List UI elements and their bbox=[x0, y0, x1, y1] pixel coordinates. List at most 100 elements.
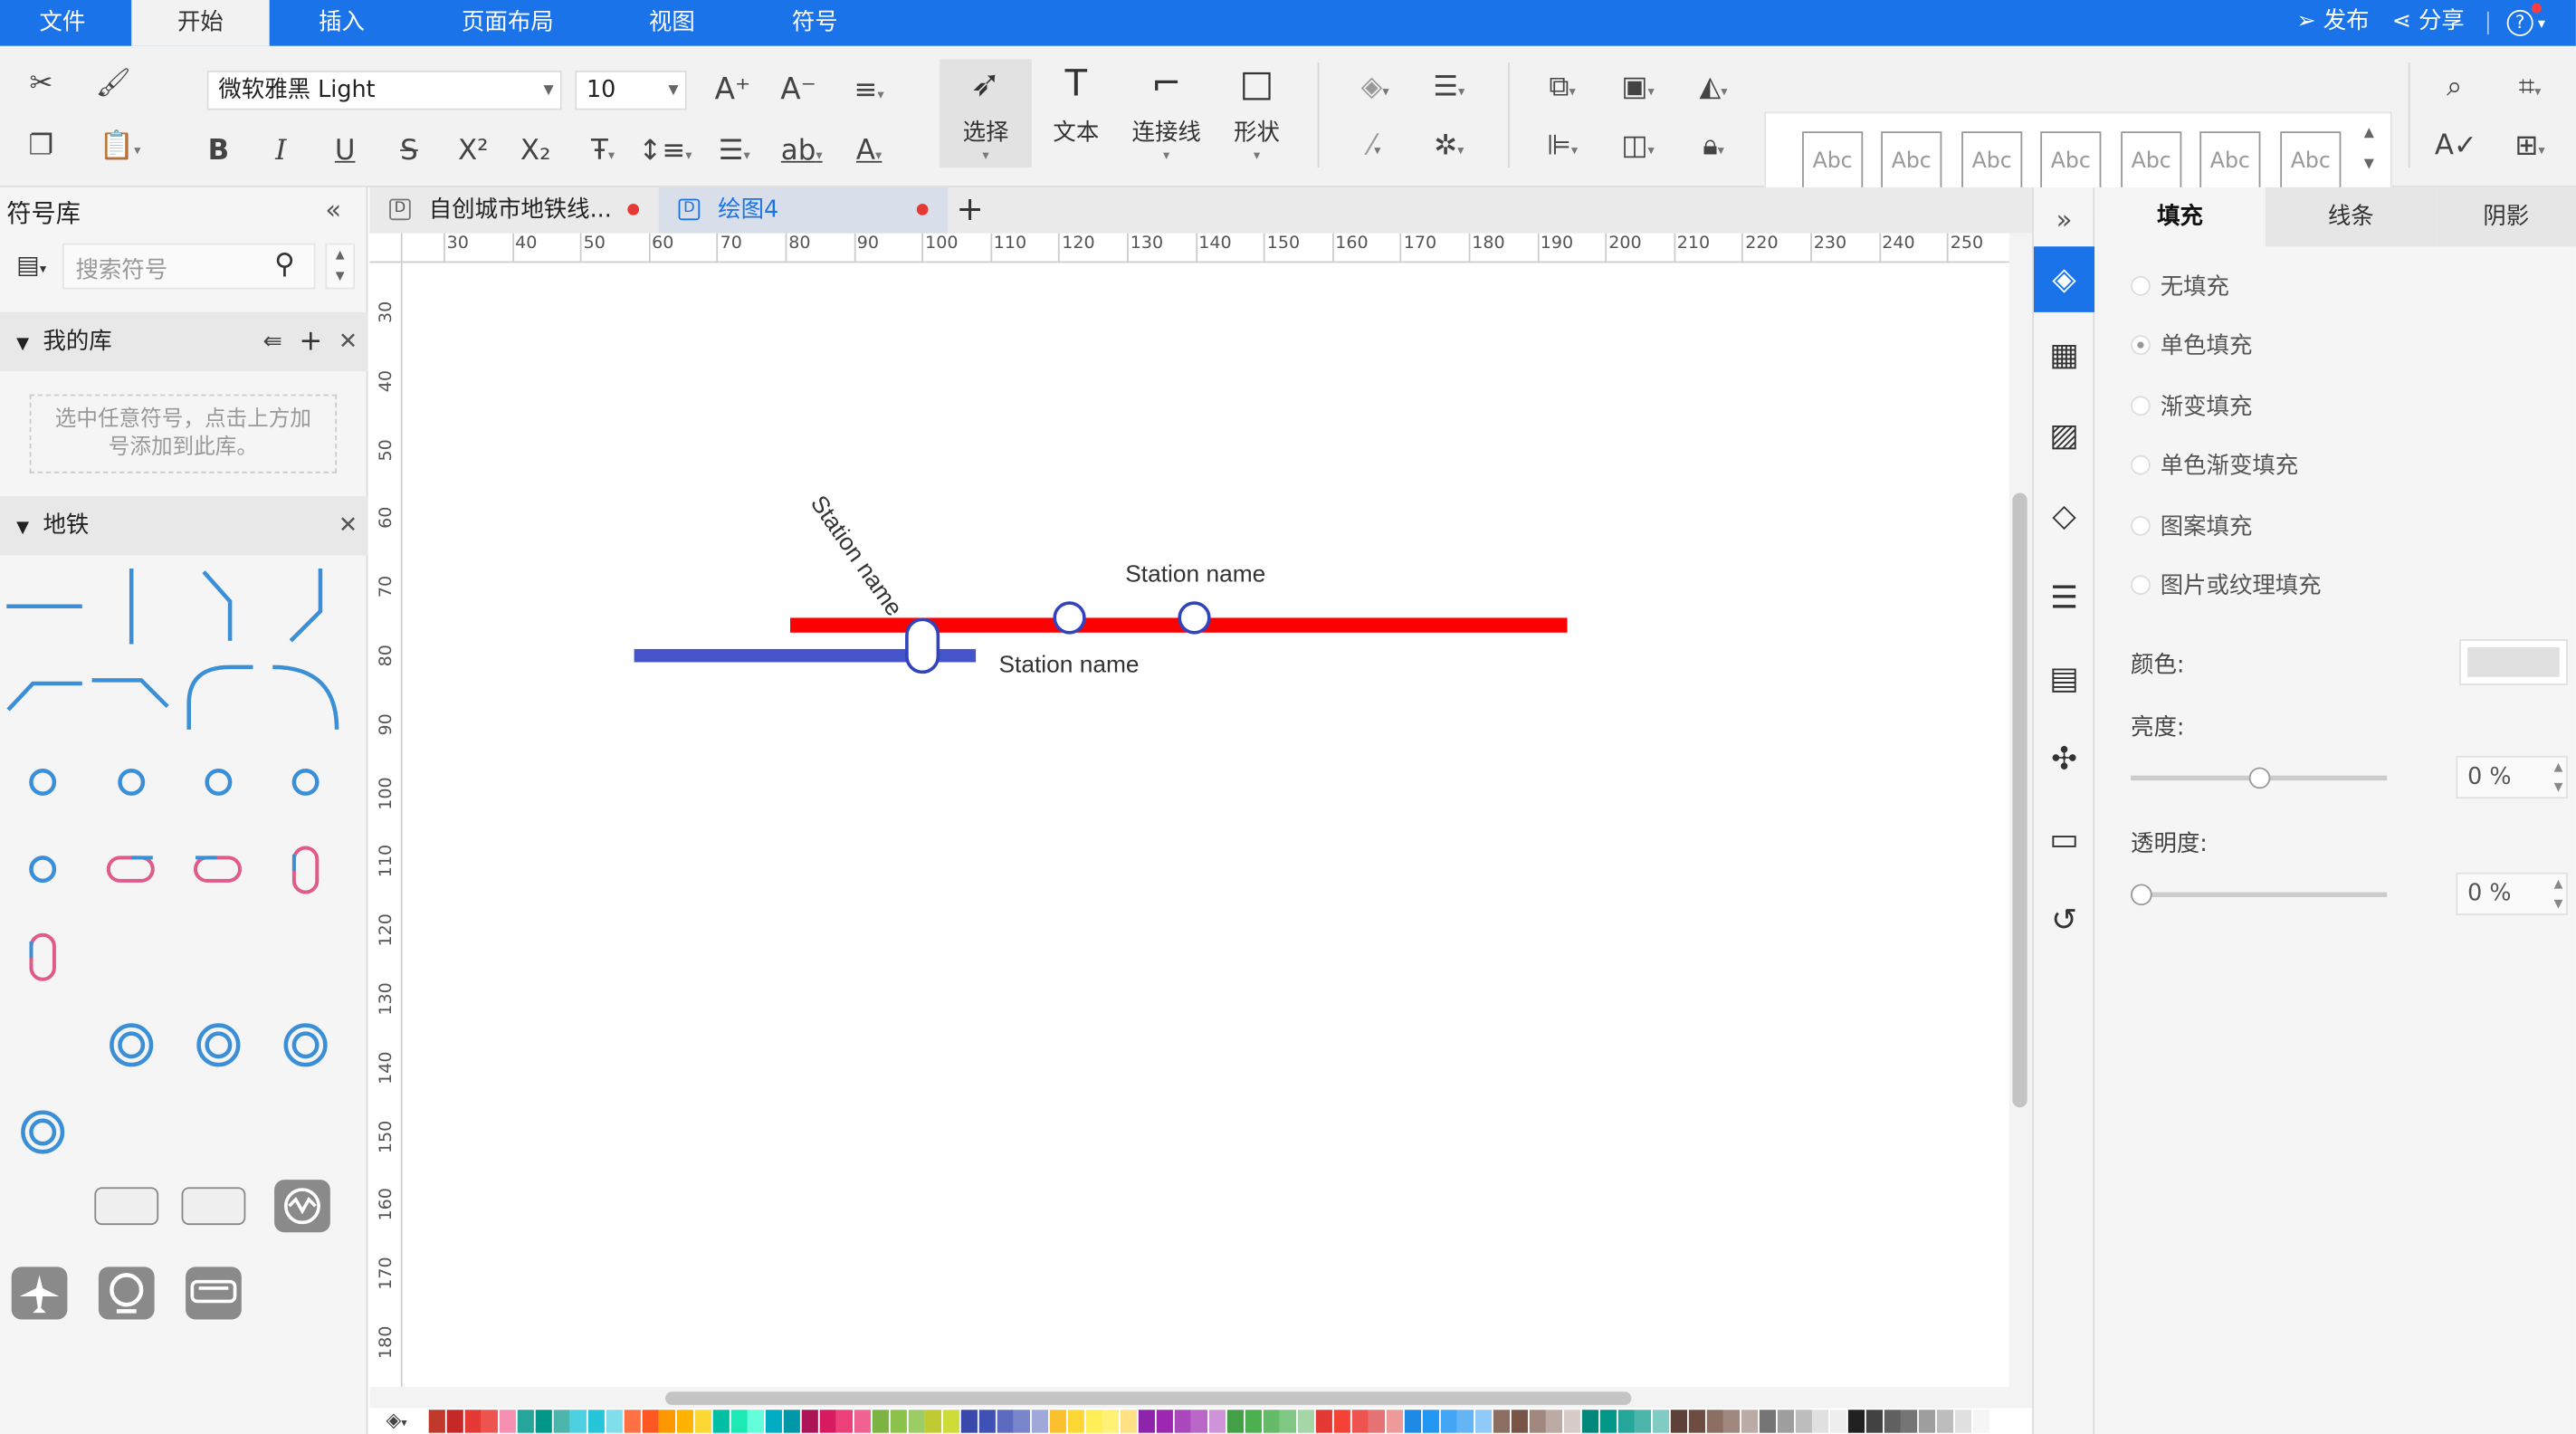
palette-swatch[interactable] bbox=[1723, 1410, 1741, 1433]
paste-icon[interactable]: 📋▾ bbox=[92, 129, 148, 169]
palette-swatch[interactable] bbox=[748, 1410, 765, 1433]
palette-swatch[interactable] bbox=[1954, 1410, 1971, 1433]
radio-button-selected[interactable] bbox=[2131, 335, 2151, 356]
superscript-icon[interactable]: X² bbox=[453, 133, 493, 169]
collapse-panel-icon[interactable]: « bbox=[325, 194, 341, 225]
fill-option-picture[interactable]: 图片或纹理填充 bbox=[2131, 570, 2322, 603]
decrease-font-icon[interactable]: A⁻ bbox=[778, 72, 818, 109]
horizontal-scrollbar[interactable] bbox=[369, 1386, 2033, 1409]
palette-swatch[interactable] bbox=[978, 1410, 996, 1433]
grid-layout-icon[interactable]: ▦ bbox=[2034, 322, 2094, 388]
increase-font-icon[interactable]: A⁺ bbox=[713, 72, 753, 109]
palette-swatch[interactable] bbox=[1156, 1410, 1173, 1433]
symbol-station-circle[interactable] bbox=[29, 768, 57, 796]
palette-swatch[interactable] bbox=[1599, 1410, 1617, 1433]
palette-swatch[interactable] bbox=[1067, 1410, 1084, 1433]
palette-swatch[interactable] bbox=[1315, 1410, 1332, 1433]
symbol-capsule-vertical-2[interactable] bbox=[29, 932, 56, 981]
symbol-interchange-circle[interactable] bbox=[196, 1023, 241, 1067]
library-menu-icon[interactable]: ▤▾ bbox=[16, 250, 46, 280]
palette-swatch[interactable] bbox=[1351, 1410, 1369, 1433]
menu-tab-file[interactable]: 文件 bbox=[0, 0, 125, 46]
palette-swatch[interactable] bbox=[1245, 1410, 1262, 1433]
symbol-bend-line[interactable] bbox=[202, 570, 233, 641]
palette-swatch[interactable] bbox=[1865, 1410, 1883, 1433]
format-painter-icon[interactable]: 🖌 bbox=[95, 66, 131, 102]
palette-swatch[interactable] bbox=[482, 1410, 499, 1433]
nodes-icon[interactable]: ✣ bbox=[2034, 726, 2094, 792]
style-sample[interactable]: Abc bbox=[1881, 131, 1942, 193]
drawing-canvas[interactable]: Station name Station name Station name bbox=[402, 263, 2009, 1387]
symbol-corner-line[interactable] bbox=[6, 681, 82, 712]
palette-swatch[interactable] bbox=[428, 1410, 445, 1433]
highlight-icon[interactable]: ab▾ bbox=[772, 133, 831, 174]
shape-tool-button[interactable]: □ 形状 ▾ bbox=[1216, 62, 1298, 163]
symbol-station-circle[interactable] bbox=[291, 768, 320, 796]
menu-tab-insert[interactable]: 插入 bbox=[276, 0, 407, 46]
palette-swatch[interactable] bbox=[854, 1410, 872, 1433]
vertical-scrollbar[interactable] bbox=[2008, 233, 2033, 1387]
palette-swatch[interactable] bbox=[1191, 1410, 1208, 1433]
palette-swatch[interactable] bbox=[1333, 1410, 1350, 1433]
menu-tab-home[interactable]: 开始 bbox=[131, 0, 270, 46]
publish-button[interactable]: ➢ 发布 bbox=[2296, 0, 2369, 46]
image-icon[interactable]: ▨ bbox=[2034, 403, 2094, 469]
palette-swatch[interactable] bbox=[996, 1410, 1014, 1433]
palette-swatch[interactable] bbox=[1226, 1410, 1244, 1433]
palette-swatch[interactable] bbox=[1298, 1410, 1315, 1433]
palette-swatch[interactable] bbox=[1102, 1410, 1120, 1433]
palette-swatch[interactable] bbox=[1209, 1410, 1226, 1433]
strikethrough-icon[interactable]: S bbox=[391, 133, 427, 169]
palette-swatch[interactable] bbox=[1280, 1410, 1297, 1433]
radio-button[interactable] bbox=[2131, 515, 2151, 536]
tab-line[interactable]: 线条 bbox=[2265, 186, 2437, 247]
text-tool-button[interactable]: T 文本 bbox=[1035, 62, 1117, 148]
underline-icon[interactable]: U bbox=[327, 133, 363, 169]
palette-swatch[interactable] bbox=[1138, 1410, 1155, 1433]
palette-swatch[interactable] bbox=[1032, 1410, 1049, 1433]
add-icon[interactable]: + bbox=[299, 312, 322, 371]
bus-icon[interactable] bbox=[186, 1267, 242, 1320]
palette-swatch[interactable] bbox=[1617, 1410, 1635, 1433]
line-style-icon[interactable]: ☰▾ bbox=[1419, 69, 1478, 110]
palette-swatch[interactable] bbox=[624, 1410, 641, 1433]
color-picker[interactable] bbox=[2459, 639, 2568, 685]
connector-tool-button[interactable]: ⌐ 连接线 ▾ bbox=[1123, 62, 1208, 163]
cut-icon[interactable]: ✂ bbox=[23, 66, 59, 102]
palette-swatch[interactable] bbox=[446, 1410, 463, 1433]
symbol-station-circle[interactable] bbox=[118, 768, 146, 796]
import-icon[interactable]: ⇚ bbox=[262, 312, 281, 371]
palette-swatch[interactable] bbox=[500, 1410, 517, 1433]
palette-swatch[interactable] bbox=[641, 1410, 659, 1433]
bullet-list-icon[interactable]: ☰▾ bbox=[706, 133, 762, 174]
palette-swatch[interactable] bbox=[1440, 1410, 1457, 1433]
data-icon[interactable]: ▤ bbox=[2034, 645, 2094, 712]
palette-swatch[interactable] bbox=[1830, 1410, 1847, 1433]
station-label-bottom[interactable]: Station name bbox=[999, 650, 1140, 677]
symbol-interchange-circle[interactable] bbox=[283, 1023, 328, 1067]
palette-swatch[interactable] bbox=[1049, 1410, 1066, 1433]
font-family-select[interactable]: 微软雅黑 Light ▼ bbox=[206, 71, 562, 110]
palette-swatch[interactable] bbox=[535, 1410, 552, 1433]
metro-section-header[interactable]: ▼ 地铁 ✕ bbox=[0, 496, 368, 556]
style-sample[interactable]: Abc bbox=[2040, 131, 2102, 193]
subscript-icon[interactable]: X₂ bbox=[516, 133, 556, 169]
palette-swatch[interactable] bbox=[1173, 1410, 1191, 1433]
palette-swatch[interactable] bbox=[659, 1410, 676, 1433]
style-sample[interactable]: Abc bbox=[1802, 131, 1864, 193]
metro-logo-icon[interactable] bbox=[274, 1180, 330, 1233]
railway-icon[interactable] bbox=[98, 1267, 155, 1320]
share-button[interactable]: ⋖ 分享 bbox=[2392, 0, 2465, 46]
symbol-rounded-rect-2[interactable] bbox=[181, 1187, 246, 1226]
presentation-icon[interactable]: ▭ bbox=[2034, 807, 2094, 873]
station-label-diagonal[interactable]: Station name bbox=[806, 491, 908, 621]
radio-button[interactable] bbox=[2131, 275, 2151, 296]
vertical-scroll-thumb[interactable] bbox=[2012, 492, 2027, 1108]
palette-swatch[interactable] bbox=[925, 1410, 942, 1433]
page-icon[interactable]: ☰ bbox=[2034, 565, 2094, 631]
palette-swatch[interactable] bbox=[766, 1410, 783, 1433]
station-circle[interactable] bbox=[1053, 601, 1086, 635]
search-icon[interactable]: ⚲ bbox=[274, 248, 295, 281]
palette-swatch[interactable] bbox=[1670, 1410, 1688, 1433]
symbol-corner-line-2[interactable] bbox=[91, 678, 169, 709]
